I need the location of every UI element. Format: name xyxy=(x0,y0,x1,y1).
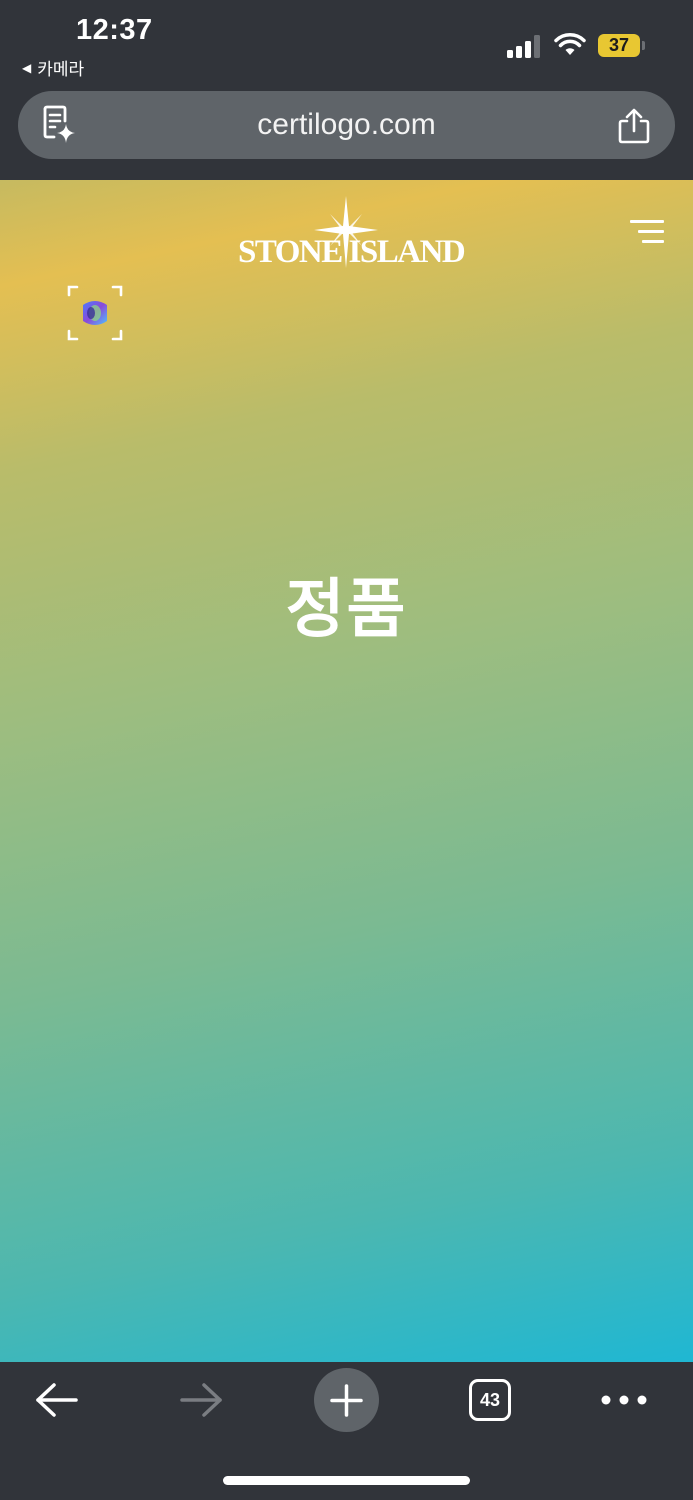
new-tab-button[interactable] xyxy=(314,1368,379,1432)
authenticity-result: 정품 xyxy=(285,573,408,645)
tab-count-button[interactable]: 43 xyxy=(469,1379,511,1421)
home-indicator xyxy=(223,1476,470,1485)
hamburger-menu-icon[interactable] xyxy=(630,220,664,244)
web-content: STONE ISLAND 정품 xyxy=(0,180,693,1362)
brand-name: STONE ISLAND xyxy=(238,234,466,270)
share-icon[interactable] xyxy=(616,108,652,144)
back-to-app-link[interactable]: ◀ 카메라 xyxy=(22,55,84,80)
status-time: 12:37 xyxy=(76,14,153,46)
status-bar: 12:37 ◀ 카메라 37 xyxy=(0,0,693,86)
arrow-left-icon[interactable] xyxy=(34,1380,80,1420)
battery-icon: 37 xyxy=(598,34,645,57)
scan-frame-icon[interactable] xyxy=(63,283,127,343)
arrow-right-icon[interactable] xyxy=(178,1380,224,1420)
wifi-icon xyxy=(554,33,586,55)
back-app-label: 카메라 xyxy=(37,60,85,79)
battery-level: 37 xyxy=(598,34,640,57)
back-triangle-icon: ◀ xyxy=(22,60,32,75)
brand-logo[interactable]: STONE ISLAND xyxy=(238,196,466,276)
url-text[interactable]: certilogo.com xyxy=(18,91,675,159)
cellular-signal-icon xyxy=(507,34,543,58)
url-bar[interactable]: certilogo.com xyxy=(18,91,675,159)
more-dots-icon[interactable] xyxy=(600,1390,648,1410)
plus-icon xyxy=(330,1384,363,1417)
